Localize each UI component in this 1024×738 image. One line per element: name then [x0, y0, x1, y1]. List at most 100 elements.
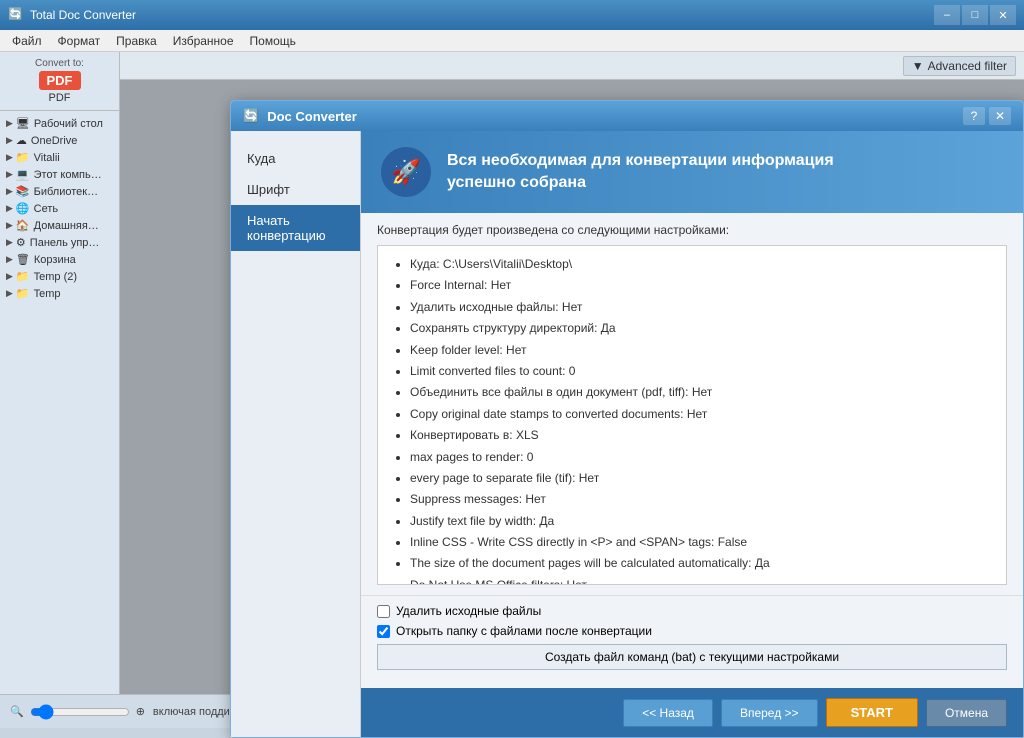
tree-item-vitalii[interactable]: ▶ 📁 Vitalii — [0, 149, 119, 166]
desktop-icon: 🖥 — [16, 117, 30, 130]
pdf-format-icon: PDF — [39, 71, 81, 90]
setting-item: Do Not Use MS Office filters: Нет — [410, 575, 994, 585]
delete-source-checkbox[interactable] — [377, 605, 390, 618]
dialog-settings-area: Конвертация будет произведена со следующ… — [361, 213, 1023, 595]
back-button[interactable]: << Назад — [623, 699, 713, 727]
settings-box[interactable]: Куда: C:\Users\Vitalii\Desktop\ Force In… — [377, 245, 1007, 585]
zoom-plus-icon: ⊕ — [136, 705, 145, 718]
settings-icon: ⚙ — [16, 236, 26, 249]
menu-bar: Файл Формат Правка Избранное Помощь — [0, 30, 1024, 52]
tree-label: Temp — [34, 288, 61, 300]
advanced-filter-bar: ▼ Advanced filter — [120, 52, 1024, 80]
settings-intro: Конвертация будет произведена со следующ… — [377, 223, 1007, 237]
maximize-button[interactable]: □ — [962, 5, 988, 25]
tree-item-control-panel[interactable]: ▶ ⚙ Панель упр… — [0, 234, 119, 251]
tree-label: Vitalii — [34, 152, 60, 164]
folder-icon: 📁 — [16, 151, 30, 164]
delete-source-row: Удалить исходные файлы — [377, 604, 1007, 618]
setting-item: Suppress messages: Нет — [410, 489, 994, 509]
folder-icon: 📁 — [16, 287, 30, 300]
tree-item-desktop[interactable]: ▶ 🖥 Рабочий стол — [0, 115, 119, 132]
folder-icon: 📁 — [16, 270, 30, 283]
zoom-slider[interactable] — [30, 704, 130, 720]
close-window-button[interactable]: ✕ — [990, 5, 1016, 25]
menu-favorites[interactable]: Избранное — [165, 32, 242, 50]
start-button[interactable]: START — [826, 698, 918, 727]
tree-item-onedrive[interactable]: ▶ ☁ OneDrive — [0, 132, 119, 149]
dialog-titlebar: 🔄 Doc Converter ? ✕ — [231, 101, 1023, 131]
menu-file[interactable]: Файл — [4, 32, 50, 50]
tree-label: Панель упр… — [30, 237, 100, 249]
zoom-minus-icon: 🔍 — [10, 705, 24, 718]
onedrive-icon: ☁ — [16, 134, 27, 147]
dialog-close-button[interactable]: ✕ — [989, 107, 1011, 125]
app-title: Total Doc Converter — [30, 8, 934, 22]
right-panel: ▼ Advanced filter 🔄 Doc Converter ? ✕ — [120, 52, 1024, 694]
forward-button[interactable]: Вперед >> — [721, 699, 818, 727]
create-bat-button[interactable]: Создать файл команд (bat) с текущими нас… — [377, 644, 1007, 670]
dialog-content-header: 🚀 Вся необходимая для конвертации информ… — [361, 131, 1023, 213]
nav-item-where[interactable]: Куда — [231, 143, 360, 174]
dialog-help-button[interactable]: ? — [963, 107, 985, 125]
file-tree: ▶ 🖥 Рабочий стол ▶ ☁ OneDrive ▶ 📁 Vitali… — [0, 111, 120, 694]
arrow-icon: ▶ — [6, 254, 13, 265]
open-folder-label: Открыть папку с файлами после конвертаци… — [396, 624, 652, 638]
open-folder-checkbox[interactable] — [377, 625, 390, 638]
tree-item-computer[interactable]: ▶ 💻 Этот компь… — [0, 166, 119, 183]
setting-item: Конвертировать в: XLS — [410, 425, 994, 445]
dialog-actions: << Назад Вперед >> START Отмена — [361, 688, 1023, 737]
advanced-filter-button[interactable]: ▼ Advanced filter — [903, 56, 1016, 76]
menu-help[interactable]: Помощь — [242, 32, 304, 50]
tree-item-home[interactable]: ▶ 🏠 Домашняя… — [0, 217, 119, 234]
window-controls: – □ ✕ — [934, 5, 1016, 25]
doc-converter-dialog: 🔄 Doc Converter ? ✕ Куда Шрифт Начать ко… — [230, 100, 1024, 738]
open-folder-row: Открыть папку с файлами после конвертаци… — [377, 624, 1007, 638]
tree-item-temp[interactable]: ▶ 📁 Temp — [0, 285, 119, 302]
arrow-icon: ▶ — [6, 118, 13, 129]
setting-item: Куда: C:\Users\Vitalii\Desktop\ — [410, 254, 994, 274]
home-icon: 🏠 — [16, 219, 30, 232]
app-body: Convert to: PDF PDF ▶ 🖥 Рабочий стол ▶ ☁… — [0, 52, 1024, 694]
convert-to-label: Convert to: — [35, 58, 84, 69]
setting-item: Удалить исходные файлы: Нет — [410, 297, 994, 317]
tree-label: OneDrive — [31, 135, 77, 147]
tree-label: Temp (2) — [34, 271, 77, 283]
menu-edit[interactable]: Правка — [108, 32, 165, 50]
tree-item-temp2[interactable]: ▶ 📁 Temp (2) — [0, 268, 119, 285]
tree-item-recycle[interactable]: ▶ 🗑 Корзина — [0, 251, 119, 268]
arrow-icon: ▶ — [6, 220, 13, 231]
nav-item-start[interactable]: Начать конвертацию — [231, 205, 360, 251]
library-icon: 📚 — [16, 185, 30, 198]
delete-source-label: Удалить исходные файлы — [396, 604, 541, 618]
nav-item-font[interactable]: Шрифт — [231, 174, 360, 205]
main-content: 🔄 Doc Converter ? ✕ Куда Шрифт Начать ко… — [120, 80, 1024, 694]
cancel-button[interactable]: Отмена — [926, 699, 1007, 727]
tree-item-network[interactable]: ▶ 🌐 Сеть — [0, 200, 119, 217]
setting-item: Copy original date stamps to converted d… — [410, 404, 994, 424]
tree-label: Корзина — [34, 254, 76, 266]
arrow-icon: ▶ — [6, 186, 13, 197]
setting-item: Force Internal: Нет — [410, 275, 994, 295]
computer-icon: 💻 — [16, 168, 30, 181]
setting-item: Limit converted files to count: 0 — [410, 361, 994, 381]
tree-item-library[interactable]: ▶ 📚 Библиотек… — [0, 183, 119, 200]
network-icon: 🌐 — [16, 202, 30, 215]
setting-item: Inline CSS - Write CSS directly in <P> a… — [410, 532, 994, 552]
setting-item: The size of the document pages will be c… — [410, 553, 994, 573]
tree-label: Сеть — [34, 203, 58, 215]
title-bar: 🔄 Total Doc Converter – □ ✕ — [0, 0, 1024, 30]
minimize-button[interactable]: – — [934, 5, 960, 25]
setting-item: Сохранять структуру директорий: Да — [410, 318, 994, 338]
advanced-filter-label: Advanced filter — [928, 59, 1007, 73]
setting-item: Keep folder level: Нет — [410, 340, 994, 360]
dialog-footer: Удалить исходные файлы Открыть папку с ф… — [361, 595, 1023, 688]
arrow-icon: ▶ — [6, 288, 13, 299]
setting-item: Justify text file by width: Да — [410, 511, 994, 531]
tree-label: Домашняя… — [34, 220, 99, 232]
menu-format[interactable]: Формат — [50, 32, 109, 50]
dialog-overlay: 🔄 Doc Converter ? ✕ Куда Шрифт Начать ко… — [120, 80, 1024, 694]
dialog-header-text: Вся необходимая для конвертации информац… — [447, 150, 834, 195]
arrow-icon: ▶ — [6, 169, 13, 180]
tree-label: Библиотек… — [34, 186, 98, 198]
arrow-icon: ▶ — [6, 135, 13, 146]
